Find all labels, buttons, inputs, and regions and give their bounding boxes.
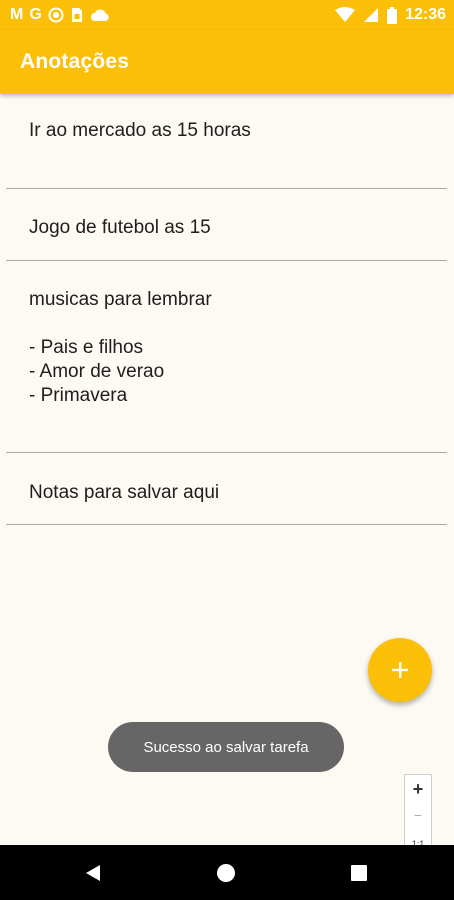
toast-message: Sucesso ao salvar tarefa [108,722,344,772]
status-bar: M G 12:36 [0,0,454,30]
sim-card-icon [71,8,82,22]
status-left-icons: M G [10,6,110,24]
add-note-button[interactable] [368,638,432,702]
signal-icon [364,8,379,22]
record-icon [48,7,64,23]
cloud-icon [90,9,109,21]
battery-icon [387,6,398,24]
zoom-out-button[interactable]: − [405,807,431,823]
recents-icon[interactable] [351,865,367,881]
gmail-icon: M [10,6,24,23]
list-divider [6,260,447,261]
app-title: Anotações [20,50,130,73]
status-right-icons: 12:36 [335,6,446,24]
app-bar: Anotações [0,30,454,94]
list-item[interactable]: musicas para lembrar - Pais e filhos - A… [0,288,454,408]
list-divider [6,452,447,453]
wifi-icon [335,7,356,22]
list-divider [6,524,447,525]
list-item[interactable]: Notas para salvar aqui [0,481,454,505]
navigation-bar [0,845,454,900]
status-time: 12:36 [405,6,446,23]
list-item[interactable]: Jogo de futebol as 15 [0,216,454,240]
back-icon[interactable] [84,864,102,882]
google-icon: G [29,6,42,23]
list-item[interactable]: Ir ao mercado as 15 horas [0,119,454,143]
plus-icon [392,662,408,678]
zoom-in-button[interactable]: + [405,779,431,800]
home-icon[interactable] [216,863,236,883]
list-divider [6,188,447,189]
